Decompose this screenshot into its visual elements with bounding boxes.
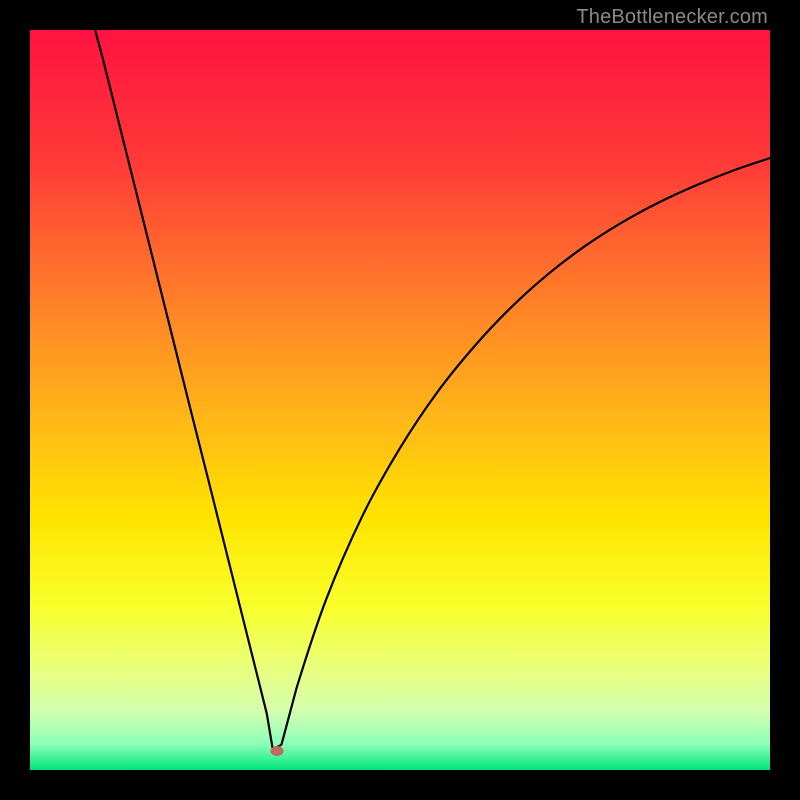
- bottleneck-curve: [30, 30, 770, 770]
- plot-area: [30, 30, 770, 770]
- chart-frame: TheBottlenecker.com: [0, 0, 800, 800]
- minimum-marker: [271, 746, 284, 756]
- watermark-text: TheBottlenecker.com: [576, 6, 768, 29]
